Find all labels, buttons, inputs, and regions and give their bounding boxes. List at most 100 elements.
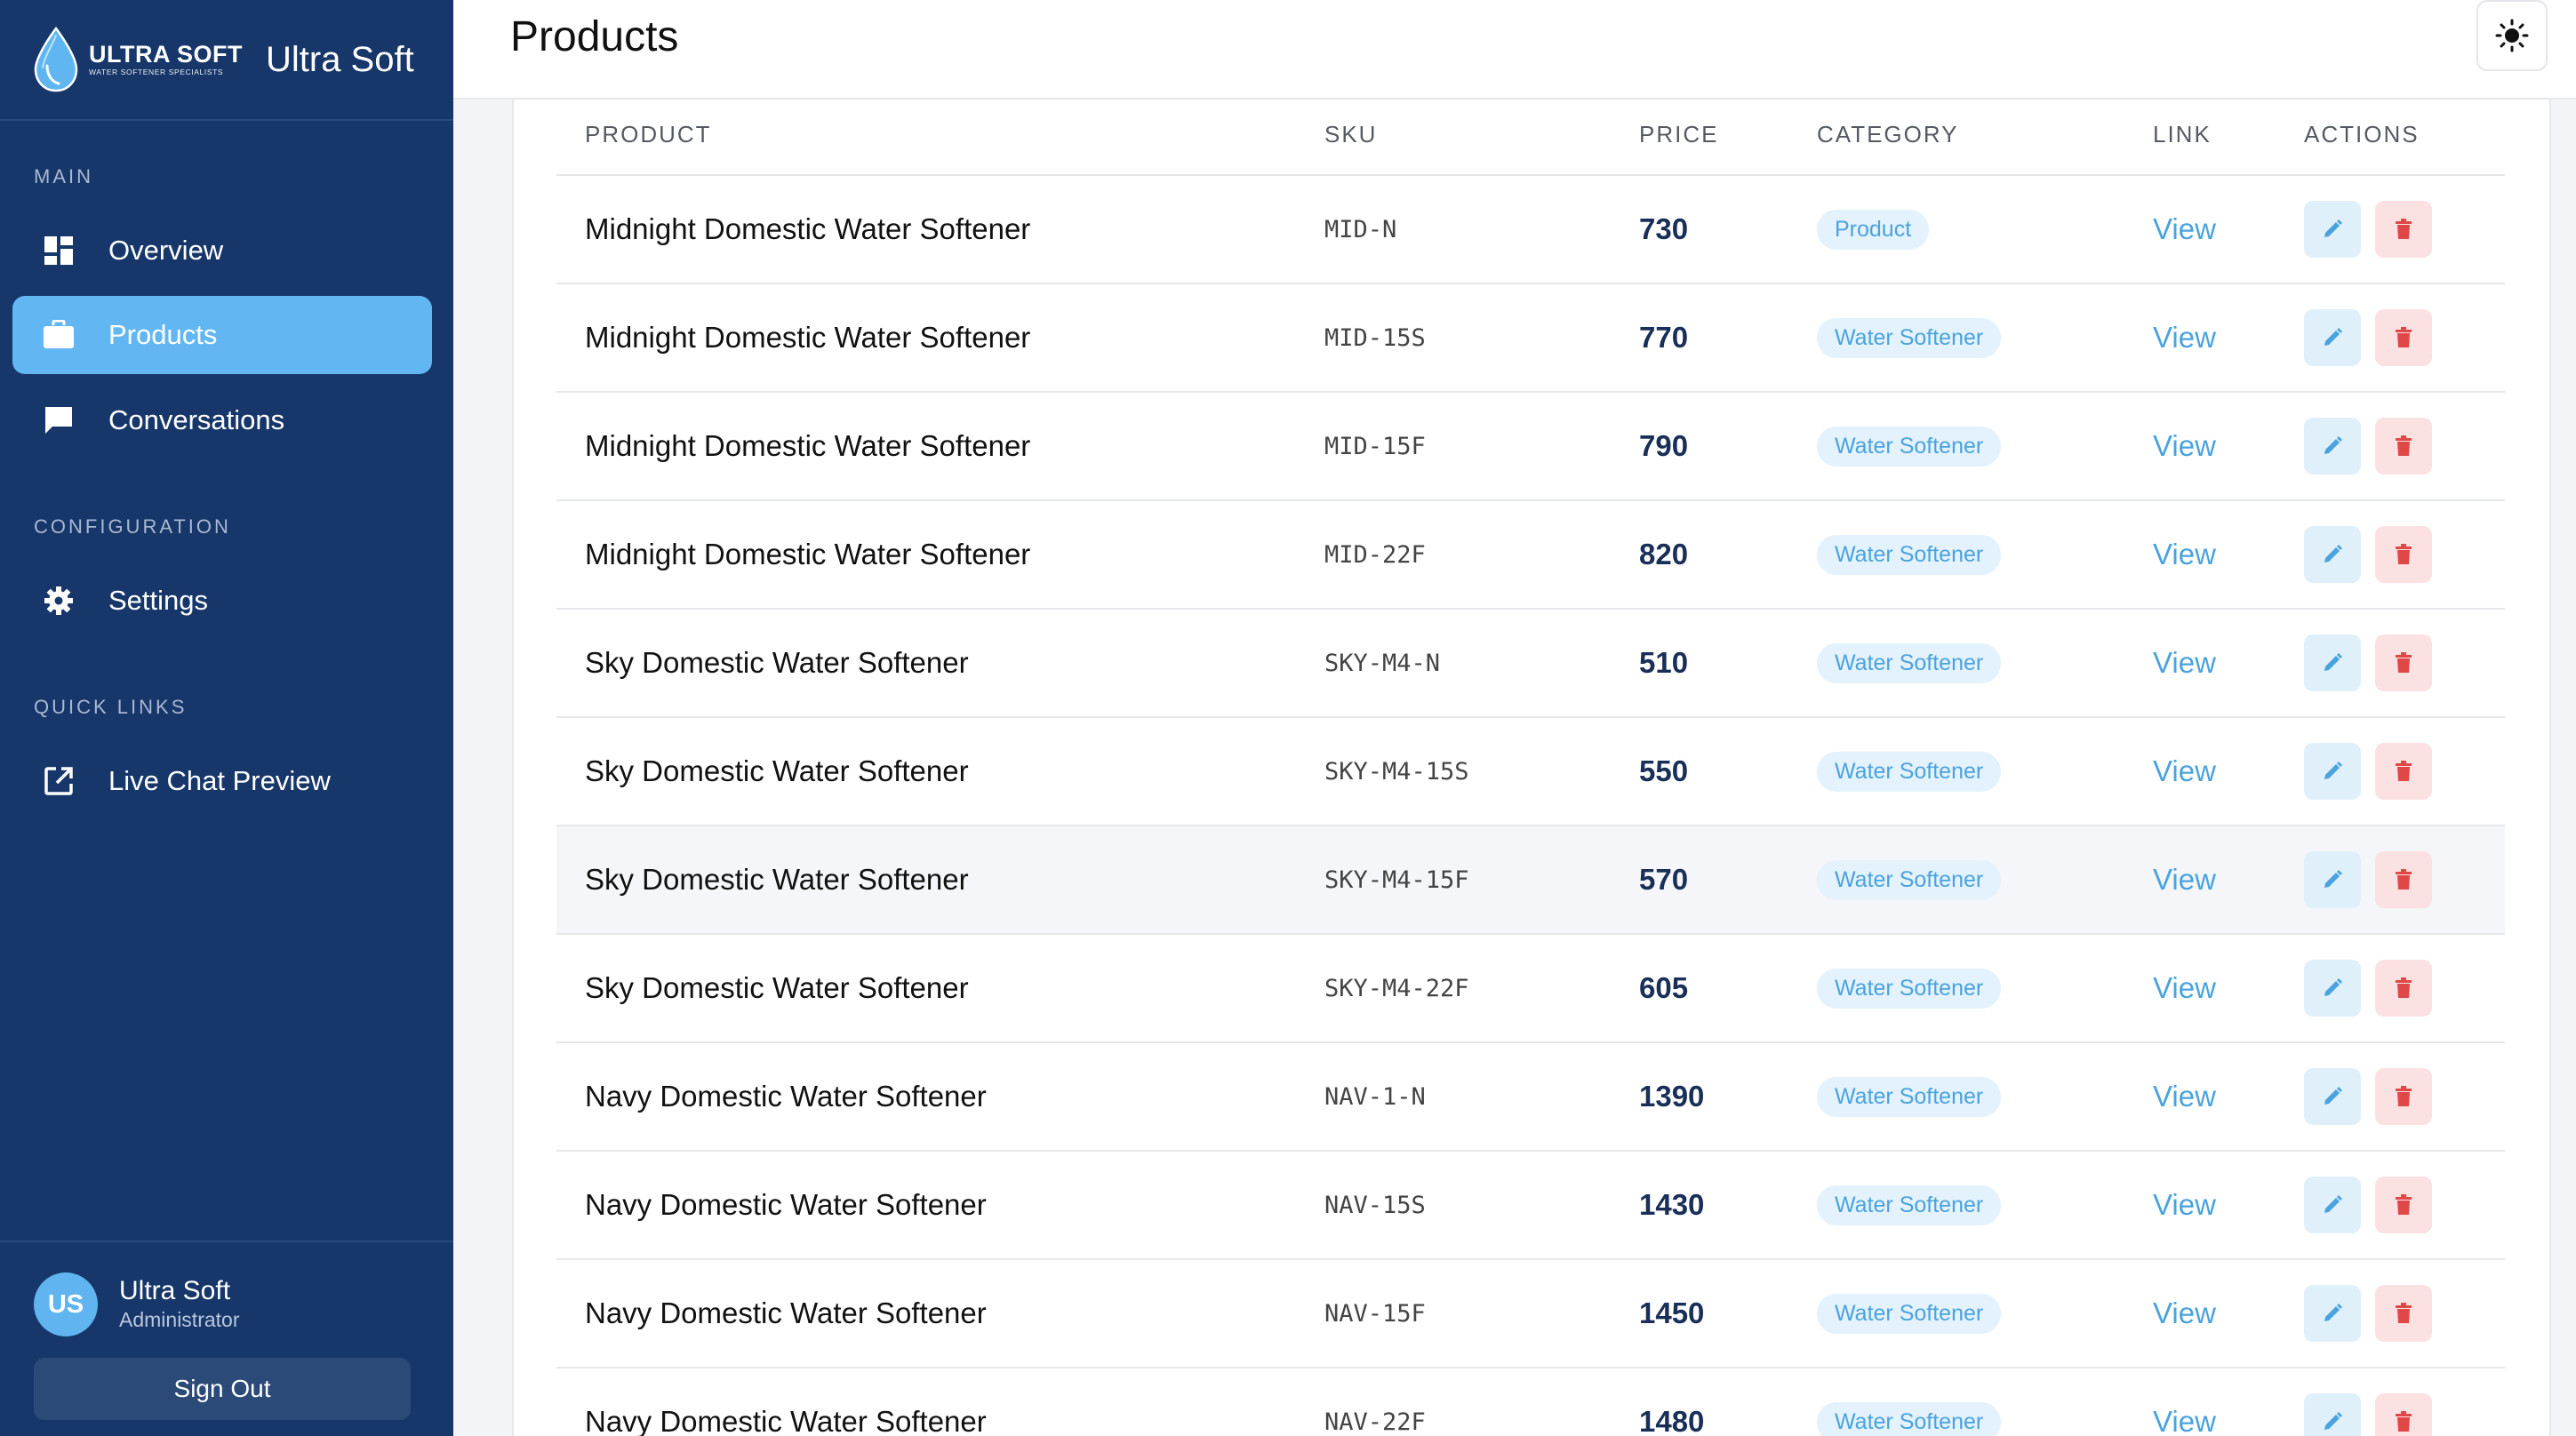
view-link[interactable]: View (2153, 176, 2216, 283)
view-link[interactable]: View (2153, 826, 2216, 933)
edit-button[interactable] (2304, 1285, 2361, 1342)
view-link[interactable]: View (2153, 1043, 2216, 1150)
product-name: Sky Domestic Water Softener (585, 971, 969, 1004)
product-name: Sky Domestic Water Softener (585, 754, 969, 787)
product-price: 550 (1639, 754, 1689, 787)
sidebar-item-label: Live Chat Preview (108, 765, 331, 796)
view-link[interactable]: View (2153, 284, 2216, 391)
delete-button[interactable] (2375, 743, 2432, 800)
product-name: Midnight Domestic Water Softener (585, 538, 1031, 570)
product-sku: NAV-15F (1324, 1299, 1426, 1328)
edit-button[interactable] (2304, 851, 2361, 908)
row-actions (2304, 1260, 2432, 1367)
avatar: US (34, 1272, 98, 1336)
pencil-icon (2322, 1303, 2343, 1324)
category-cell: Water Softener (1817, 1368, 2002, 1436)
sidebar-item-live-chat-preview[interactable]: Live Chat Preview (12, 742, 432, 820)
sidebar-item-label: Settings (108, 585, 209, 616)
product-sku: SKY-M4-15F (1324, 866, 1469, 894)
trash-icon (2394, 977, 2413, 999)
row-actions (2304, 176, 2432, 283)
table-row: Navy Domestic Water Softener NAV-15F 1450 W… (556, 1260, 2505, 1368)
view-link[interactable]: View (2153, 501, 2216, 608)
view-link[interactable]: View (2153, 610, 2216, 716)
product-sku: NAV-15S (1324, 1191, 1426, 1219)
view-link[interactable]: View (2153, 1368, 2216, 1436)
pencil-icon (2322, 1194, 2343, 1216)
trash-icon (2394, 219, 2413, 240)
pencil-icon (2322, 219, 2343, 240)
delete-button[interactable] (2375, 851, 2432, 908)
pencil-icon (2322, 761, 2343, 782)
delete-button[interactable] (2375, 526, 2432, 583)
user-name: Ultra Soft (119, 1276, 231, 1305)
edit-button[interactable] (2304, 201, 2361, 258)
category-badge: Water Softener (1817, 1185, 2002, 1225)
trash-icon (2394, 1303, 2413, 1324)
edit-button[interactable] (2304, 634, 2361, 691)
delete-button[interactable] (2375, 1285, 2432, 1342)
sidebar-item-products[interactable]: Products (12, 296, 432, 374)
trash-icon (2394, 652, 2413, 674)
delete-button[interactable] (2375, 1177, 2432, 1233)
delete-button[interactable] (2375, 418, 2432, 475)
table-row: Sky Domestic Water Softener SKY-M4-22F 605… (556, 935, 2505, 1043)
category-badge: Water Softener (1817, 317, 2002, 358)
product-name: Midnight Domestic Water Softener (585, 212, 1031, 245)
table-row: Midnight Domestic Water Softener MID-15F 7… (556, 393, 2505, 501)
category-cell: Water Softener (1817, 1152, 2002, 1258)
view-link[interactable]: View (2153, 718, 2216, 825)
edit-button[interactable] (2304, 743, 2361, 800)
delete-button[interactable] (2375, 1068, 2432, 1125)
edit-button[interactable] (2304, 526, 2361, 583)
row-actions (2304, 826, 2432, 933)
view-link[interactable]: View (2153, 935, 2216, 1041)
view-link[interactable]: View (2153, 393, 2216, 499)
logo-wordmark: ULTRA SOFT WATER SOFTENER SPECIALISTS (89, 42, 243, 77)
product-price: 770 (1639, 321, 1689, 354)
theme-toggle-button[interactable] (2476, 0, 2548, 71)
delete-button[interactable] (2375, 309, 2432, 366)
sidebar-item-conversations[interactable]: Conversations (12, 381, 432, 459)
category-cell: Water Softener (1817, 826, 2002, 933)
table-row: Midnight Domestic Water Softener MID-N 730… (556, 176, 2505, 284)
sun-icon (2495, 19, 2529, 52)
edit-button[interactable] (2304, 1393, 2361, 1436)
product-sku: NAV-22F (1324, 1408, 1426, 1436)
trash-icon (2394, 1411, 2413, 1432)
pencil-icon (2322, 435, 2343, 457)
category-cell: Product (1817, 176, 1930, 283)
section-label-configuration: CONFIGURATION (34, 515, 231, 538)
sidebar-item-overview[interactable]: Overview (12, 211, 432, 290)
delete-button[interactable] (2375, 960, 2432, 1017)
product-price: 730 (1639, 212, 1689, 245)
delete-button[interactable] (2375, 634, 2432, 691)
dashboard-icon (43, 235, 75, 267)
pencil-icon (2322, 1411, 2343, 1432)
delete-button[interactable] (2375, 201, 2432, 258)
chat-icon (43, 404, 75, 436)
product-sku: SKY-M4-N (1324, 649, 1441, 677)
sign-out-button[interactable]: Sign Out (34, 1358, 411, 1420)
delete-button[interactable] (2375, 1393, 2432, 1436)
sidebar-item-label: Products (108, 319, 218, 350)
row-actions (2304, 1152, 2432, 1258)
product-price: 820 (1639, 538, 1689, 570)
edit-button[interactable] (2304, 418, 2361, 475)
category-badge: Water Softener (1817, 968, 2002, 1009)
pencil-icon (2322, 327, 2343, 348)
category-badge: Water Softener (1817, 1401, 2002, 1436)
sidebar-item-settings[interactable]: Settings (12, 562, 432, 640)
user-profile: US Ultra Soft Administrator Sign Out (0, 1241, 453, 1436)
edit-button[interactable] (2304, 1068, 2361, 1125)
view-link[interactable]: View (2153, 1260, 2216, 1367)
edit-button[interactable] (2304, 309, 2361, 366)
edit-button[interactable] (2304, 960, 2361, 1017)
brand-name: Ultra Soft (265, 39, 414, 79)
view-link[interactable]: View (2153, 1152, 2216, 1258)
product-price: 1480 (1639, 1405, 1705, 1436)
edit-button[interactable] (2304, 1177, 2361, 1233)
table-row: Sky Domestic Water Softener SKY-M4-15F 570… (556, 826, 2505, 935)
category-cell: Water Softener (1817, 718, 2002, 825)
section-label-quick-links: QUICK LINKS (34, 696, 188, 718)
